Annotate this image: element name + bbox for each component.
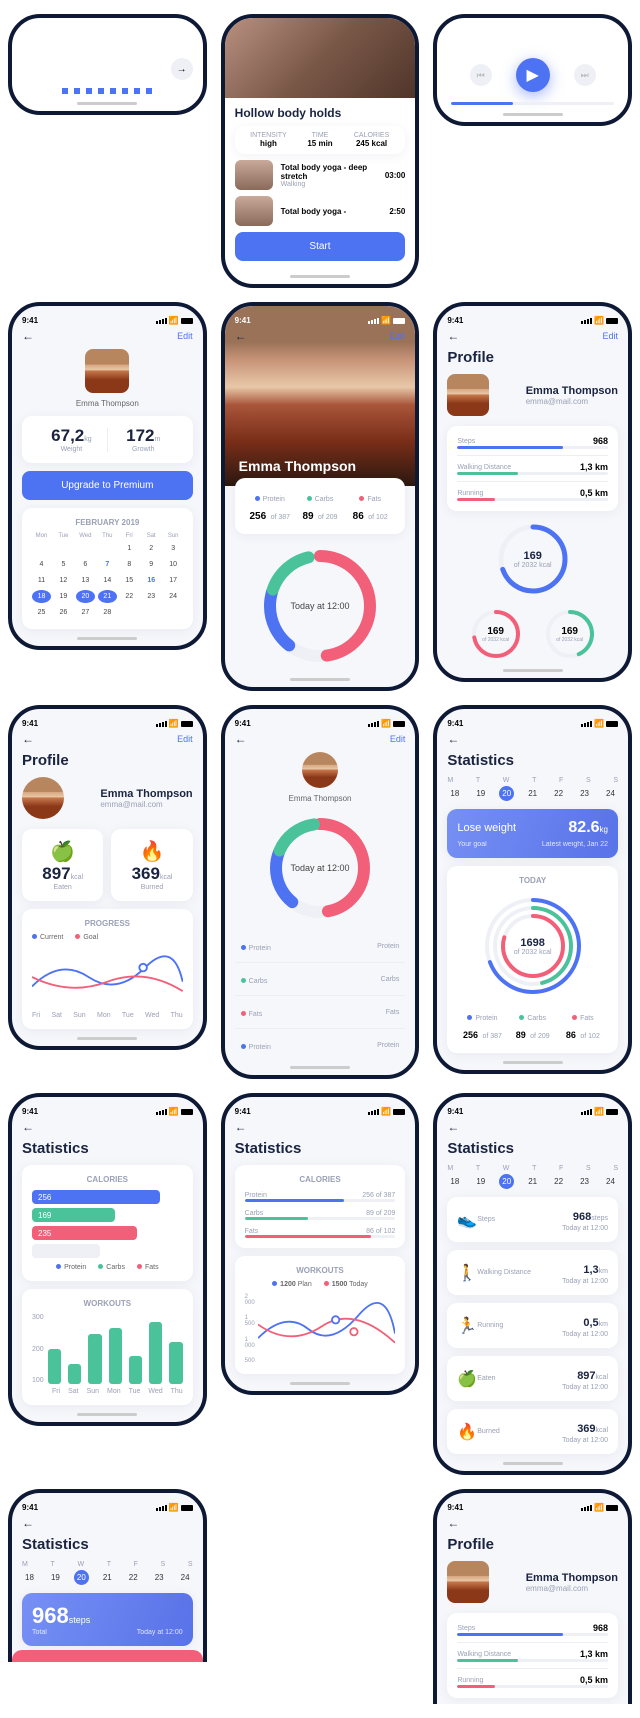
back-button[interactable] [447, 329, 459, 343]
back-button[interactable] [22, 732, 34, 746]
progress-bar[interactable] [451, 102, 614, 105]
prev-button[interactable]: ⏮ [470, 64, 492, 86]
user-name: Emma Thompson [22, 399, 193, 408]
stat-row-walk[interactable]: 🚶Walking Distance1,3kmToday at 12:00 [447, 1250, 618, 1295]
play-button[interactable]: ▶ [516, 58, 550, 92]
screen-workout-detail: Hollow body holds INTENSITYhigh TIME15 m… [221, 14, 420, 288]
page-title: Statistics [447, 752, 618, 769]
screen-profile-metrics-2: 9:41📶 Profile Emma Thompsonemma@mail.com… [433, 1489, 632, 1704]
edit-button[interactable]: Edit [177, 331, 193, 341]
total-card[interactable]: 968steps TotalToday at 12:00 [22, 1593, 193, 1646]
walking-icon: 🚶 [457, 1263, 477, 1283]
month-label: FEBRUARY 2019 [32, 518, 183, 527]
back-button[interactable] [22, 329, 34, 343]
screen-profile-progress: 9:41📶 Edit Profile Emma Thompsonemma@mai… [8, 705, 207, 1050]
edit-button[interactable]: Edit [602, 331, 618, 341]
back-button[interactable] [235, 1120, 247, 1134]
screen-player: ⏮ ▶ ⏭ [433, 14, 632, 126]
screen-slider-bottom: → [8, 14, 207, 115]
page-title: Profile [447, 349, 618, 366]
page-title: Profile [447, 1536, 618, 1553]
fats-bar: 235 [32, 1226, 137, 1240]
lose-weight-card[interactable]: Lose weight82.6kg Your goalLatest weight… [447, 809, 618, 858]
apple-icon: 🍏 [32, 839, 93, 864]
flame-icon: 🔥 [457, 1422, 477, 1442]
avatar[interactable] [22, 777, 64, 819]
calendar[interactable]: MonTueWedThuFriSatSun 123 45678910 11121… [32, 533, 183, 619]
edit-button[interactable]: Edit [177, 734, 193, 744]
protein-bar: 256 [32, 1190, 160, 1204]
workout-title: Hollow body holds [235, 106, 406, 120]
carbs-bar: 169 [32, 1208, 115, 1222]
workout-item[interactable]: Total body yoga - deep stretchWalking 03… [235, 160, 406, 190]
user-name: Emma Thompson [239, 458, 356, 474]
screen-profile-macro-list: 9:41📶 Edit Emma Thompson Today at 12:00 … [221, 705, 420, 1079]
next-button[interactable]: ⏭ [574, 64, 596, 86]
back-button[interactable] [447, 1516, 459, 1530]
apple-icon: 🍏 [457, 1369, 477, 1389]
calorie-ring: 169of 2032 kcal [493, 519, 573, 599]
shoe-icon: 👟 [457, 1210, 477, 1230]
page-title: Statistics [235, 1140, 406, 1157]
workout-chart [258, 1294, 395, 1364]
stat-row-eaten[interactable]: 🍏Eaten897kcalToday at 12:00 [447, 1356, 618, 1401]
macro-ring: Today at 12:00 [260, 546, 380, 666]
page-title: Statistics [22, 1140, 193, 1157]
macro-ring: Today at 12:00 [265, 813, 375, 923]
edit-button[interactable]: Edit [390, 331, 406, 341]
page-title: Statistics [447, 1140, 618, 1157]
progress-chart [32, 947, 183, 1007]
week-selector[interactable]: 18192021222324 [447, 1174, 618, 1189]
back-button[interactable] [235, 329, 247, 343]
week-selector[interactable]: 18192021222324 [447, 786, 618, 801]
stat-row-steps[interactable]: 👟Steps968stepsToday at 12:00 [447, 1197, 618, 1242]
back-button[interactable] [22, 1516, 34, 1530]
upgrade-button[interactable]: Upgrade to Premium [22, 471, 193, 500]
page-title: Statistics [22, 1536, 193, 1553]
back-button[interactable] [22, 1120, 34, 1134]
edit-button[interactable]: Edit [390, 734, 406, 744]
avatar[interactable] [302, 752, 338, 788]
screen-stats-list: 9:41📶 Statistics MTWTFSS 18192021222324 … [433, 1093, 632, 1475]
screen-stats-loseweight: 9:41📶 Statistics MTWTFSS 18192021222324 … [433, 705, 632, 1074]
workout-item[interactable]: Total body yoga - 2:50 [235, 196, 406, 226]
flame-icon: 🔥 [121, 839, 182, 864]
stat-row-burned[interactable]: 🔥Burned369kcalToday at 12:00 [447, 1409, 618, 1454]
workout-hero [225, 18, 416, 98]
screen-profile-calendar: 9:41📶 Edit Emma Thompson 67,2kgWeight 17… [8, 302, 207, 650]
back-button[interactable] [235, 732, 247, 746]
screen-profile-metrics: 9:41📶 Edit Profile Emma Thompsonemma@mai… [433, 302, 632, 682]
screen-stats-lines: 9:41📶 Statistics CALORIES Protein256 of … [221, 1093, 420, 1395]
page-title: Profile [22, 752, 193, 769]
avatar[interactable] [85, 349, 129, 393]
week-selector[interactable]: 18192021222324 [22, 1570, 193, 1585]
running-icon: 🏃 [457, 1316, 477, 1336]
stat-row-run[interactable]: 🏃Running0,5kmToday at 12:00 [447, 1303, 618, 1348]
next-button[interactable]: → [171, 58, 193, 80]
back-button[interactable] [447, 732, 459, 746]
avatar[interactable] [447, 374, 489, 416]
start-button[interactable]: Start [235, 232, 406, 261]
back-button[interactable] [447, 1120, 459, 1134]
avatar[interactable] [447, 1561, 489, 1603]
today-ring: 1698of 2032 kcal [478, 891, 588, 1001]
screen-profile-photo-macros: 9:41📶 Edit Emma Thompson Protein256 of 3… [221, 302, 420, 691]
screen-stats-bars: 9:41📶 Statistics CALORIES 256 169 235 Pr… [8, 1093, 207, 1426]
